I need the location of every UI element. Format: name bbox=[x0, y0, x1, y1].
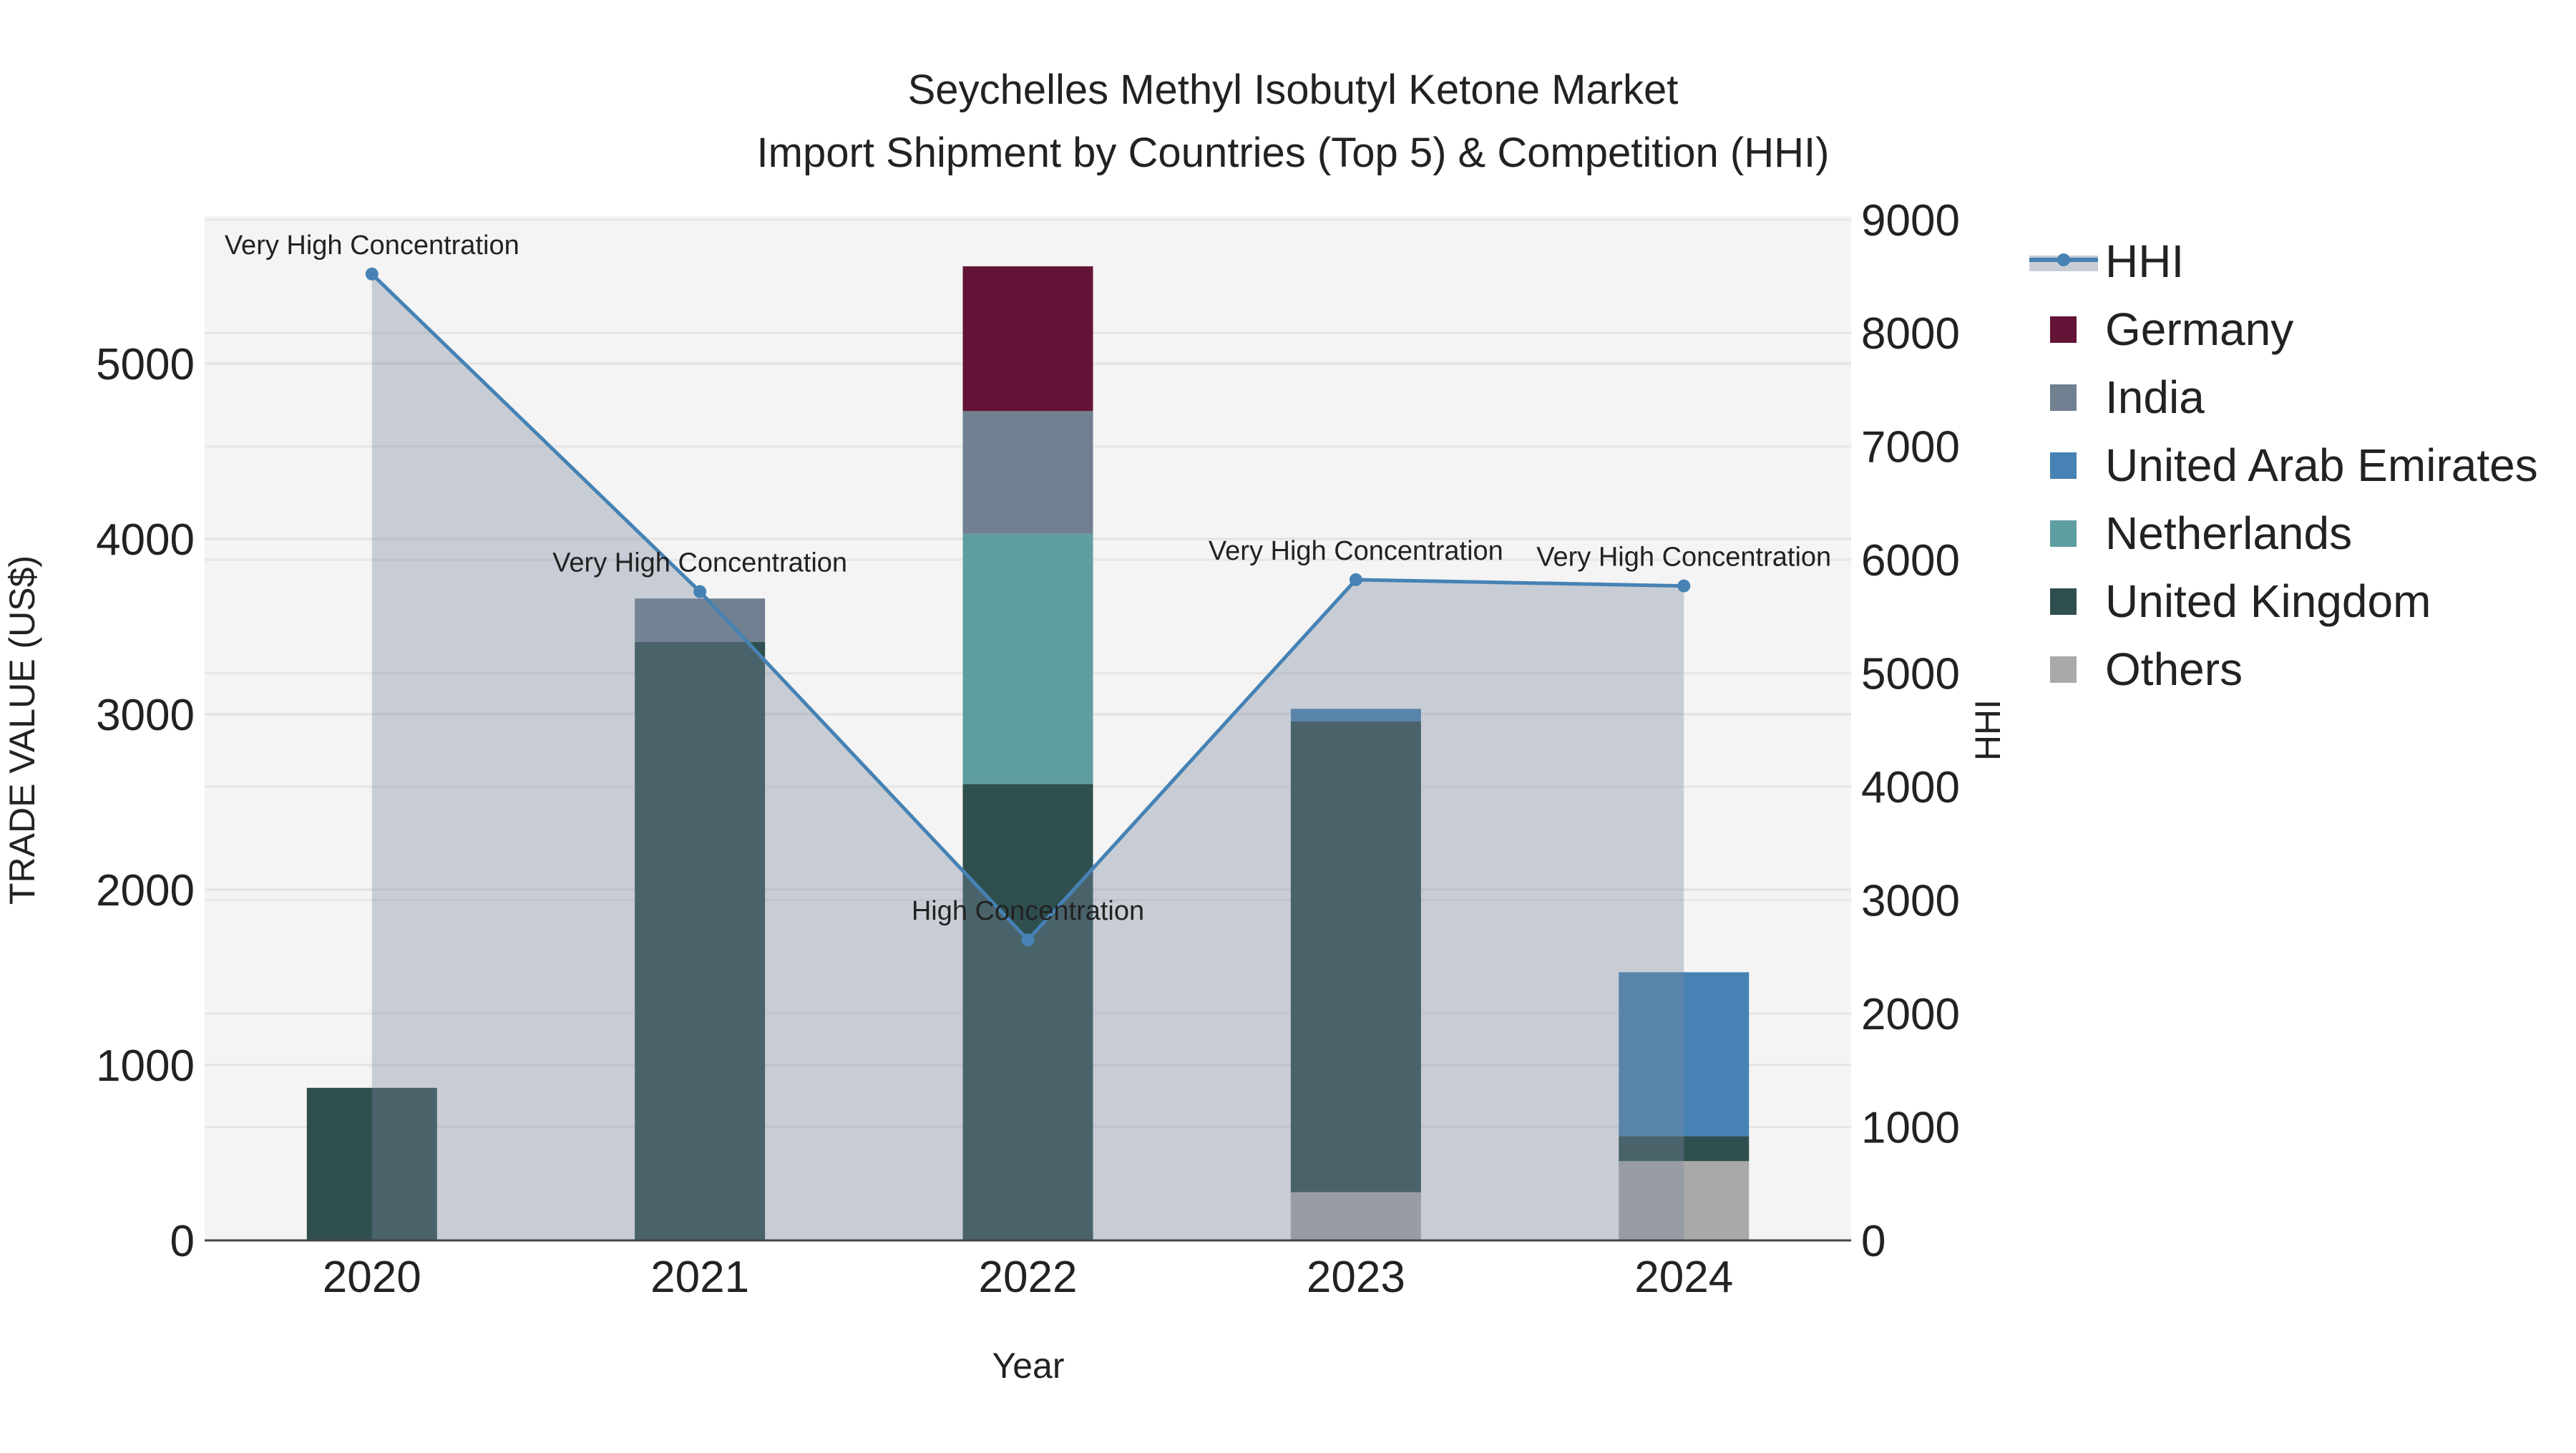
y2-tick-label: 9000 bbox=[1861, 196, 1960, 246]
legend-label-united-kingdom: United Kingdom bbox=[2105, 575, 2431, 627]
legend-swatch-united-kingdom bbox=[2050, 588, 2077, 615]
x-tick-label: 2022 bbox=[979, 1253, 1078, 1302]
legend-label-netherlands: Netherlands bbox=[2105, 507, 2352, 559]
legend-label-others: Others bbox=[2105, 643, 2243, 695]
legend-swatch-netherlands bbox=[2050, 520, 2077, 547]
y2-tick-label: 8000 bbox=[1861, 309, 1960, 359]
legend-label-germany: Germany bbox=[2105, 303, 2293, 355]
bar-netherlands-2022 bbox=[962, 533, 1093, 784]
hhi-point bbox=[1021, 933, 1035, 947]
hhi-annotation: Very High Concentration bbox=[225, 230, 519, 261]
y-tick-label: 2000 bbox=[96, 866, 195, 915]
y-tick-label: 3000 bbox=[96, 691, 195, 740]
hhi-annotation: High Concentration bbox=[912, 896, 1144, 926]
hhi-annotation: Very High Concentration bbox=[1536, 543, 1831, 573]
legend-label-india: India bbox=[2105, 371, 2205, 423]
y2-axis-title: HHI bbox=[1968, 699, 2008, 761]
x-axis-title: Year bbox=[992, 1346, 1064, 1386]
legend-swatch-germany bbox=[2050, 316, 2077, 343]
y-axis-title: TRADE VALUE (US$) bbox=[2, 555, 42, 905]
y-tick-label: 4000 bbox=[96, 515, 195, 565]
y2-tick-label: 5000 bbox=[1861, 650, 1960, 699]
hhi-annotation: Very High Concentration bbox=[1209, 536, 1503, 566]
y-tick-label: 1000 bbox=[96, 1041, 195, 1091]
x-tick-label: 2020 bbox=[323, 1253, 421, 1302]
y2-tick-label: 0 bbox=[1861, 1217, 1885, 1266]
y2-tick-label: 4000 bbox=[1861, 763, 1960, 812]
y2-tick-label: 7000 bbox=[1861, 423, 1960, 472]
bar-germany-2022 bbox=[962, 266, 1093, 412]
y-tick-label: 5000 bbox=[96, 340, 195, 389]
legend-label-hhi: HHI bbox=[2105, 235, 2184, 287]
y2-tick-label: 3000 bbox=[1861, 877, 1960, 926]
bar-india-2022 bbox=[962, 411, 1093, 534]
hhi-annotation: Very High Concentration bbox=[552, 548, 847, 578]
x-tick-label: 2021 bbox=[650, 1253, 749, 1302]
legend-swatch-others bbox=[2050, 656, 2077, 683]
x-tick-label: 2023 bbox=[1307, 1253, 1405, 1302]
y2-tick-label: 1000 bbox=[1861, 1104, 1960, 1153]
legend-swatch-united-arab-emirates bbox=[2050, 452, 2077, 479]
chart-title: Seychelles Methyl Isobutyl Ketone Market bbox=[908, 67, 1679, 113]
y2-tick-label: 2000 bbox=[1861, 990, 1960, 1039]
y-tick-label: 0 bbox=[170, 1217, 195, 1266]
hhi-point bbox=[693, 585, 707, 598]
legend-label-united-arab-emirates: United Arab Emirates bbox=[2105, 439, 2538, 491]
legend-hhi-marker bbox=[2057, 253, 2070, 266]
y2-tick-label: 6000 bbox=[1861, 536, 1960, 585]
hhi-point bbox=[365, 267, 379, 281]
chart-subtitle: Import Shipment by Countries (Top 5) & C… bbox=[757, 130, 1830, 176]
hhi-point bbox=[1349, 573, 1362, 586]
legend: HHI Germany India United Arab Emirates Nethe… bbox=[2029, 235, 2538, 695]
x-tick-label: 2024 bbox=[1634, 1253, 1733, 1302]
legend-swatch-india bbox=[2050, 384, 2077, 411]
hhi-point bbox=[1677, 579, 1691, 593]
chart: Seychelles Methyl Isobutyl Ketone Market… bbox=[2, 67, 2538, 1386]
